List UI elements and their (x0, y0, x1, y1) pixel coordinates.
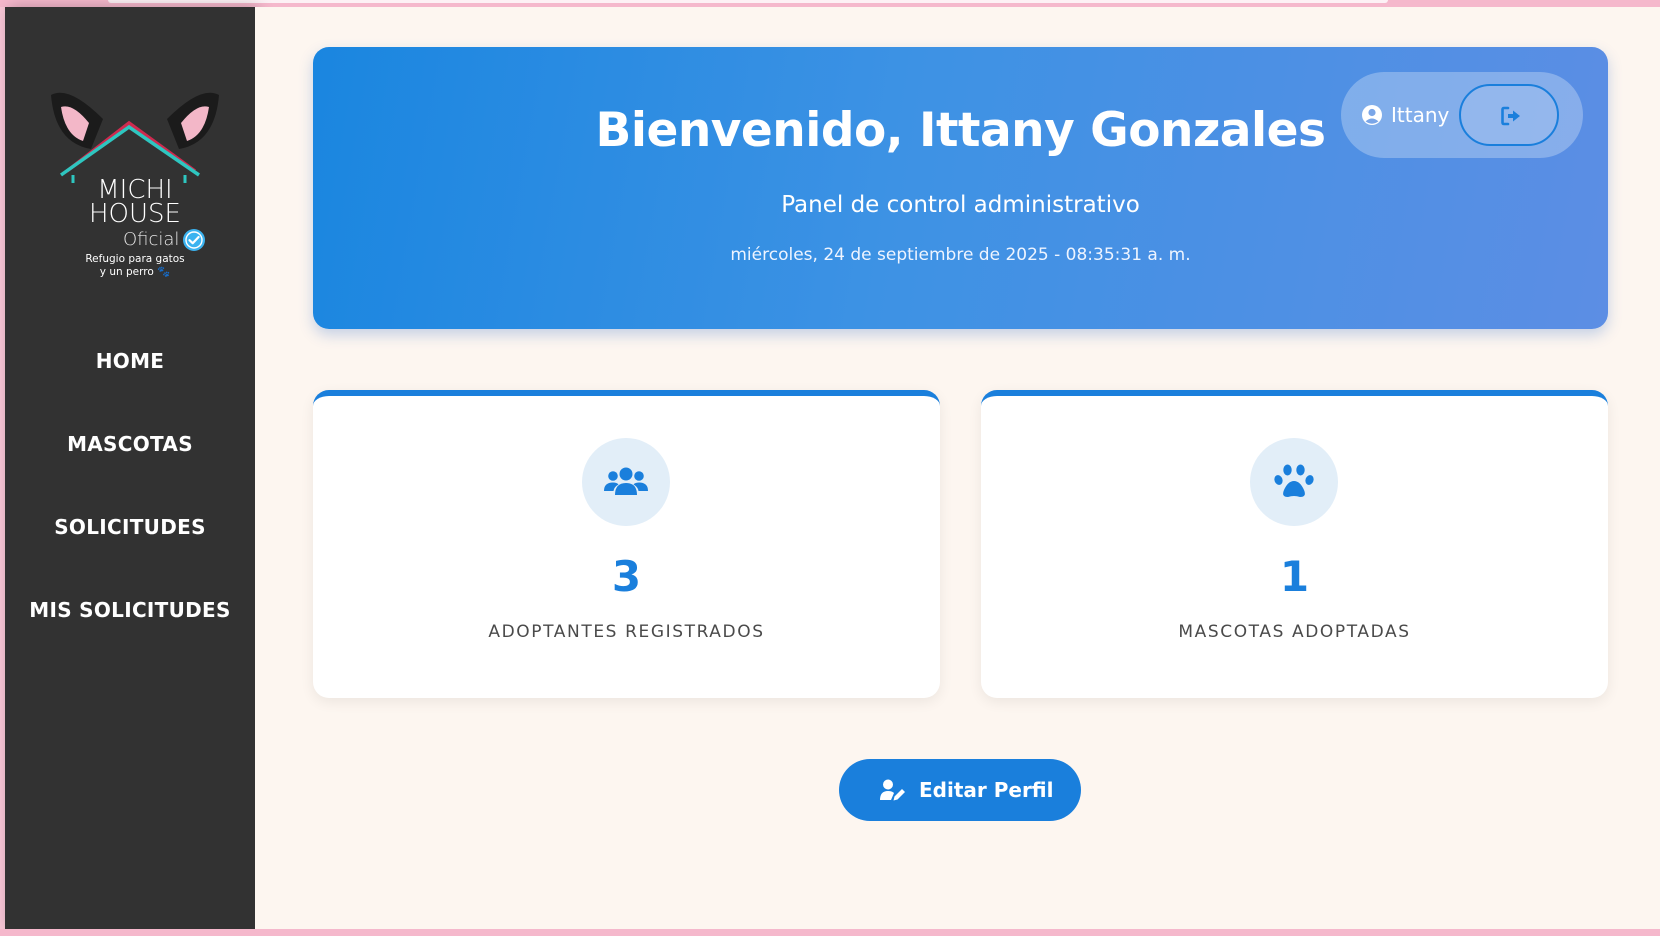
stat-icon-wrap (1250, 438, 1338, 526)
stat-label: MASCOTAS ADOPTADAS (1178, 622, 1411, 642)
logo-tagline-line1: Refugio para gatos (85, 253, 185, 265)
stat-icon-wrap (582, 438, 670, 526)
sidebar-item-mascotas[interactable]: MASCOTAS (5, 430, 255, 513)
stat-card-mascotas: 1 MASCOTAS ADOPTADAS (981, 390, 1608, 698)
michi-house-logo[interactable]: MICHI HOUSE Oficial Refugio para gatos y… (45, 87, 225, 287)
window-frame-top (0, 0, 1660, 7)
sidebar-item-home[interactable]: HOME (5, 347, 255, 430)
current-datetime: miércoles, 24 de septiembre de 2025 - 08… (730, 245, 1191, 265)
logo-oficial-text: Oficial (123, 229, 180, 250)
user-circle-icon (1362, 105, 1382, 125)
sidebar: MICHI HOUSE Oficial Refugio para gatos y… (5, 7, 255, 929)
edit-profile-button[interactable]: Editar Perfil (839, 759, 1081, 821)
welcome-banner: Bienvenido, Ittany Gonzales Panel de con… (313, 47, 1608, 329)
stat-card-adoptantes: 3 ADOPTANTES REGISTRADOS (313, 390, 940, 698)
stat-label: ADOPTANTES REGISTRADOS (488, 622, 765, 642)
logo-tagline-line2: y un perro 🐾 (99, 266, 171, 278)
paw-icon (1274, 464, 1314, 497)
panel-subtitle: Panel de control administrativo (781, 192, 1140, 218)
logo-tagline: Refugio para gatos y un perro 🐾 (45, 253, 225, 279)
sidebar-nav: HOME MASCOTAS SOLICITUDES MIS SOLICITUDE… (5, 347, 255, 679)
cat-ears-house-icon (51, 92, 219, 183)
sidebar-item-mis-solicitudes[interactable]: MIS SOLICITUDES (5, 596, 255, 679)
verified-badge-icon (183, 229, 205, 251)
edit-profile-label: Editar Perfil (919, 778, 1054, 802)
stat-value: 3 (611, 552, 642, 601)
users-icon (604, 467, 648, 495)
browser-edge (108, 0, 1388, 3)
window-frame-bottom (0, 929, 1660, 936)
user-menu: Ittany (1341, 72, 1583, 158)
stat-value: 1 (1279, 552, 1310, 601)
main-content: Bienvenido, Ittany Gonzales Panel de con… (255, 7, 1660, 929)
logo-house-text: HOUSE (89, 199, 181, 229)
sign-out-icon (1501, 106, 1520, 126)
sidebar-item-solicitudes[interactable]: SOLICITUDES (5, 513, 255, 596)
user-edit-icon (880, 779, 905, 801)
logout-button[interactable] (1459, 84, 1559, 146)
user-name: Ittany (1391, 103, 1450, 127)
